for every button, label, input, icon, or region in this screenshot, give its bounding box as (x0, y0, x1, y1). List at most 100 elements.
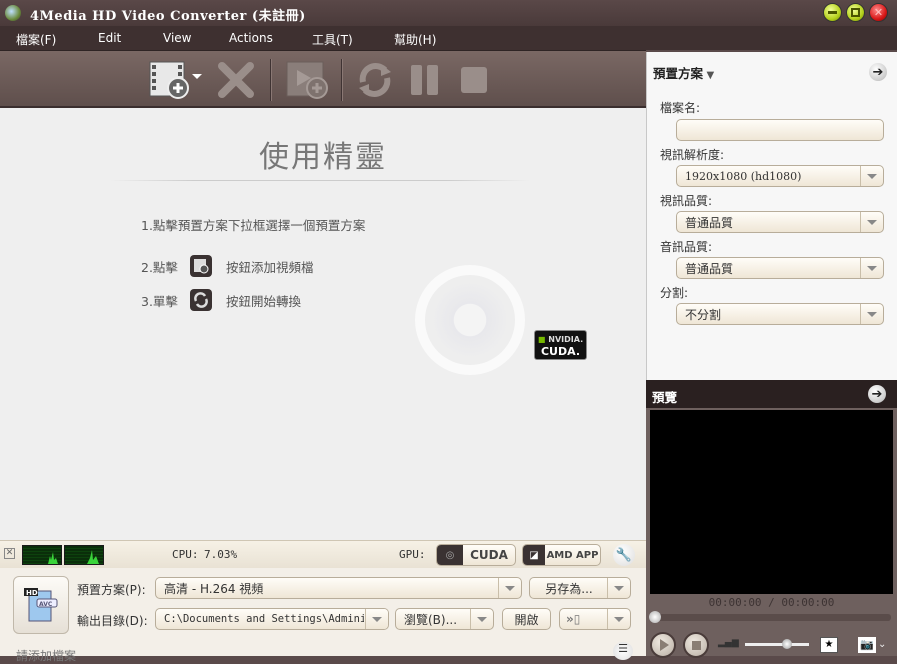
chevron-down-icon[interactable] (470, 609, 493, 629)
wizard-step-2: 2.點擊 按鈕添加視頻檔 (141, 255, 313, 277)
title-bar: 4Media HD Video Converter (未註冊) ✕ (0, 0, 897, 26)
stop-preview-button[interactable] (683, 632, 709, 658)
close-monitor-icon[interactable]: ✕ (4, 548, 15, 559)
browse-button[interactable]: 瀏覽(B)... (395, 608, 494, 630)
chevron-down-icon (860, 258, 883, 278)
film-add-icon (149, 61, 202, 99)
menu-tools[interactable]: 工具(T) (312, 31, 353, 48)
menu-bar: 檔案(F) Edit View Actions 工具(T) 幫助(H) (0, 26, 897, 50)
cpu-graph-2 (64, 545, 104, 565)
wizard-step-3: 3.單擊 按鈕開始轉換 (141, 289, 301, 311)
volume-handle[interactable] (781, 639, 792, 649)
camera-icon: 📷 (860, 638, 874, 651)
file-name-label: 檔案名: (660, 101, 701, 115)
cpu-label: CPU: (172, 548, 199, 561)
wizard-panel: 使用精靈 1.點擊預置方案下拉框選擇一個預置方案 2.點擊 按鈕添加視頻檔 3.… (0, 108, 646, 540)
split-label: 分割: (660, 286, 689, 300)
remove-button[interactable] (214, 59, 258, 101)
convert-button[interactable] (352, 59, 398, 101)
chevron-down-icon (365, 609, 388, 629)
x-icon (218, 62, 254, 98)
minimize-button[interactable] (823, 3, 842, 22)
play-button[interactable] (650, 632, 676, 658)
preview-title: 預覽 (652, 390, 678, 405)
svg-text:AVC: AVC (39, 601, 53, 608)
menu-help[interactable]: 幫助(H) (394, 31, 436, 48)
nvidia-logo: ■ NVIDIA. (537, 335, 584, 344)
play-icon (660, 639, 669, 651)
chevron-down-icon (860, 166, 883, 186)
nvidia-eye-icon: ◎ (437, 545, 463, 565)
profile-select[interactable]: 高清 - H.264 視頻 (155, 577, 522, 599)
log-button[interactable]: ☰ (613, 642, 633, 660)
profile-panel-header[interactable]: 預置方案 ▼ (653, 63, 714, 82)
app-logo-icon (5, 5, 21, 21)
chevron-down-icon[interactable] (607, 609, 630, 629)
convert-arrows-icon (359, 63, 391, 97)
close-icon: ✕ (873, 6, 884, 19)
cuda-toggle[interactable]: ◎ CUDA (436, 544, 516, 566)
nvidia-cuda-badge: ■ NVIDIA. CUDA. (534, 330, 587, 360)
maximize-button[interactable] (846, 3, 865, 22)
status-bar: ✕ CPU: 7.03% GPU: ◎ CUDA ◪ AMD APP 🔧 (0, 540, 646, 568)
amd-logo-icon: ◪ (523, 545, 545, 565)
wizard-title: 使用精靈 (259, 140, 387, 175)
watermark-logo (415, 265, 525, 375)
volume-icon: ▂▄▆ (718, 638, 739, 648)
amd-app-toggle[interactable]: ◪ AMD APP (522, 544, 601, 566)
profile-label: 預置方案(P): (77, 583, 146, 597)
seek-handle[interactable] (649, 611, 661, 623)
arrow-right-icon: ➔ (871, 386, 883, 402)
screenshot-button[interactable]: 📷 (858, 637, 876, 653)
video-quality-select[interactable]: 普通品質 (676, 211, 884, 233)
profile-panel: 預置方案 ▼ ➔ 檔案名: 視訊解析度: 1920x1080 (hd1080) … (646, 52, 897, 380)
seek-bar[interactable] (649, 611, 891, 623)
list-icon: ☰ (618, 642, 628, 655)
resolution-label: 視訊解析度: (660, 148, 725, 162)
add-segment-button[interactable] (284, 59, 330, 101)
dropdown-triangle-icon: ▼ (703, 70, 715, 81)
film-segment-add-icon (286, 61, 328, 99)
chevron-down-icon (498, 578, 521, 598)
screenshot-options-chevron-icon[interactable]: ⌄ (878, 639, 886, 650)
close-button[interactable]: ✕ (869, 3, 888, 22)
settings-wrench-button[interactable]: 🔧 (613, 544, 635, 566)
profile-panel-toggle[interactable]: ➔ (869, 63, 887, 81)
split-select[interactable]: 不分割 (676, 303, 884, 325)
resolution-select[interactable]: 1920x1080 (hd1080) (676, 165, 884, 187)
main-toolbar (0, 50, 646, 108)
wizard-divider (110, 180, 530, 181)
stop-button[interactable] (456, 59, 492, 101)
pause-button[interactable] (406, 59, 444, 101)
menu-file[interactable]: 檔案(F) (16, 31, 56, 48)
menu-edit[interactable]: Edit (98, 31, 121, 45)
toolbar-separator (341, 59, 342, 101)
device-transfer-button[interactable]: »▯ (559, 608, 631, 630)
preview-toggle[interactable]: ➔ (868, 385, 886, 403)
output-folder-input[interactable]: C:\Documents and Settings\Adminis (155, 608, 389, 630)
snapshot-effects-button[interactable]: ★ (820, 637, 838, 653)
add-video-button[interactable] (148, 59, 204, 101)
open-folder-button[interactable]: 開啟 (502, 608, 551, 630)
film-star-icon: ★ (824, 639, 834, 650)
profile-thumbnail-button[interactable]: HD AVC (13, 576, 69, 634)
file-name-input[interactable] (676, 119, 884, 141)
save-as-button[interactable]: 另存為... (529, 577, 631, 599)
chevron-down-icon[interactable] (607, 578, 630, 598)
menu-actions[interactable]: Actions (229, 31, 273, 45)
maximize-icon (851, 8, 860, 17)
output-settings: HD AVC 預置方案(P): 高清 - H.264 視頻 另存為... 輸出目… (0, 568, 646, 663)
stop-icon (691, 640, 701, 650)
menu-view[interactable]: View (163, 31, 191, 45)
svg-text:HD: HD (26, 589, 38, 597)
transfer-device-icon: »▯ (566, 612, 581, 626)
preview-header: 預覽 ➔ (646, 380, 897, 408)
volume-slider[interactable] (745, 639, 809, 649)
hd-avc-icon: HD AVC (24, 588, 58, 622)
audio-quality-select[interactable]: 普通品質 (676, 257, 884, 279)
cpu-graph-1 (22, 545, 62, 565)
minimize-icon (828, 11, 837, 14)
video-quality-label: 視訊品質: (660, 194, 713, 208)
add-video-step-icon (189, 255, 212, 277)
cpu-value: 7.03% (204, 548, 238, 561)
